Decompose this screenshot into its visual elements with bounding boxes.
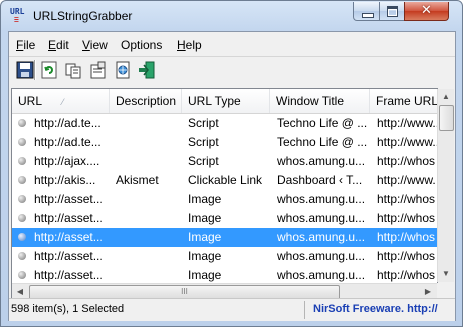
scroll-down-icon[interactable]: ▼ <box>438 266 454 282</box>
cell-frame-url: http://whos <box>377 249 436 263</box>
table-row[interactable]: http://ajax.... Script whos.amung.u... http… <box>12 152 437 171</box>
table-row[interactable]: http://ad.te... Script Techno Life @ ... ht… <box>12 133 437 152</box>
refresh-icon <box>41 61 57 79</box>
cell-window-title: whos.amung.u... <box>277 249 366 263</box>
cell-url-type: Image <box>188 211 222 225</box>
cell-url: http://asset... <box>34 249 103 263</box>
cell-url-type: Image <box>188 230 222 244</box>
cell-url-type: Clickable Link <box>188 173 263 187</box>
refresh-button[interactable] <box>40 61 58 79</box>
column-header-url-type[interactable]: URL Type <box>182 89 270 113</box>
column-header-window-title[interactable]: Window Title <box>270 89 370 113</box>
cell-url-type: Script <box>188 116 219 130</box>
cell-url-type: Script <box>188 154 219 168</box>
cell-frame-url: http://whos <box>377 230 436 244</box>
cell-frame-url: http://www. <box>377 173 436 187</box>
status-dot-icon <box>18 252 26 260</box>
cell-window-title: Dashboard ‹ T... <box>277 173 363 187</box>
app-window: URL ≡ URLStringGrabber ✕ File Edit View … <box>0 0 463 327</box>
menu-options[interactable]: Options <box>121 38 162 52</box>
client-area: File Edit View Options Help URL ⁄ Descri… <box>8 31 456 321</box>
cell-frame-url: http://whos <box>377 154 436 168</box>
cell-url-type: Image <box>188 249 222 263</box>
exit-icon <box>139 61 155 79</box>
minimize-button[interactable] <box>353 2 380 21</box>
status-dot-icon <box>18 195 26 203</box>
cell-url: http://asset... <box>34 230 103 244</box>
save-button[interactable] <box>16 61 34 79</box>
status-item-count: 598 item(s), 1 Selected <box>11 303 125 315</box>
cell-window-title: Techno Life @ ... <box>277 135 368 149</box>
table-row[interactable]: http://asset... Image whos.amung.u... http:… <box>12 190 437 209</box>
table-row[interactable]: http://ad.te... Script Techno Life @ ... ht… <box>12 114 437 133</box>
vertical-scroll-thumb[interactable] <box>439 105 454 131</box>
close-button[interactable]: ✕ <box>404 2 449 21</box>
scroll-up-icon[interactable]: ▲ <box>438 89 454 105</box>
app-icon: URL ≡ <box>10 7 25 24</box>
vertical-scrollbar[interactable]: ▲ ▼ <box>437 89 454 282</box>
column-header-frame-url[interactable]: Frame URL <box>370 89 437 113</box>
status-dot-icon <box>18 271 26 279</box>
copy-icon <box>65 63 81 79</box>
sort-icon: ⁄ <box>62 97 64 107</box>
cell-window-title: whos.amung.u... <box>277 154 366 168</box>
save-icon <box>16 61 34 79</box>
cell-url-type: Image <box>188 192 222 206</box>
maximize-button[interactable] <box>379 2 405 21</box>
properties-icon <box>90 61 106 79</box>
properties-button[interactable] <box>89 61 107 79</box>
maximize-icon <box>387 6 398 17</box>
cell-frame-url: http://www... <box>377 116 438 130</box>
column-header-description[interactable]: Description <box>110 89 182 113</box>
cell-url: http://ad.te... <box>34 116 101 130</box>
cell-url: http://asset... <box>34 192 103 206</box>
status-dot-icon <box>18 214 26 222</box>
table-row[interactable]: http://asset... Image whos.amung.u... http:… <box>12 228 437 247</box>
cell-frame-url: http://whos <box>377 211 436 225</box>
menu-file[interactable]: File <box>16 38 35 52</box>
window-title: URLStringGrabber <box>33 9 133 23</box>
url-list[interactable]: URL ⁄ Description URL Type Window Title F… <box>11 88 438 301</box>
cell-url: http://ad.te... <box>34 135 101 149</box>
status-dot-icon <box>18 157 26 165</box>
title-bar[interactable]: URL ≡ URLStringGrabber ✕ <box>1 1 462 31</box>
cell-url: http://akis... <box>34 173 96 187</box>
html-report-icon <box>116 61 130 79</box>
status-dot-icon <box>18 176 26 184</box>
table-row[interactable]: http://asset... Image whos.amung.u... http:… <box>12 209 437 228</box>
copy-button[interactable] <box>64 61 82 79</box>
status-dot-icon <box>18 119 26 127</box>
minimize-icon <box>362 13 374 18</box>
menu-view[interactable]: View <box>82 38 108 52</box>
cell-url-type: Script <box>188 135 219 149</box>
status-bar: 598 item(s), 1 Selected NirSoft Freeware… <box>9 298 455 321</box>
menu-edit[interactable]: Edit <box>48 38 69 52</box>
list-header: URL ⁄ Description URL Type Window Title F… <box>12 89 437 114</box>
cell-url: http://ajax.... <box>34 154 100 168</box>
close-icon: ✕ <box>421 3 432 18</box>
table-row[interactable]: http://asset... Image whos.amung.u... http:… <box>12 247 437 266</box>
cell-url: http://asset... <box>34 211 103 225</box>
toolbar-separator <box>34 60 36 80</box>
cell-window-title: whos.amung.u... <box>277 230 366 244</box>
toolbar <box>9 56 455 83</box>
cell-window-title: Techno Life @ ... <box>277 116 368 130</box>
exit-button[interactable] <box>138 61 156 79</box>
menu-help[interactable]: Help <box>177 38 202 52</box>
status-dot-icon <box>18 138 26 146</box>
cell-frame-url: http://www... <box>377 135 438 149</box>
cell-window-title: whos.amung.u... <box>277 211 366 225</box>
html-report-button[interactable] <box>114 61 132 79</box>
status-dot-icon <box>18 233 26 241</box>
column-header-url[interactable]: URL ⁄ <box>12 89 110 113</box>
menu-bar: File Edit View Options Help <box>9 35 455 55</box>
cell-description: Akismet <box>116 173 159 187</box>
cell-frame-url: http://whos <box>377 192 436 206</box>
status-divider <box>304 301 305 319</box>
cell-window-title: whos.amung.u... <box>277 192 366 206</box>
nirsoft-link[interactable]: NirSoft Freeware. http:// <box>313 303 438 315</box>
table-row[interactable]: http://akis... Akismet Clickable Link Dashb… <box>12 171 437 190</box>
